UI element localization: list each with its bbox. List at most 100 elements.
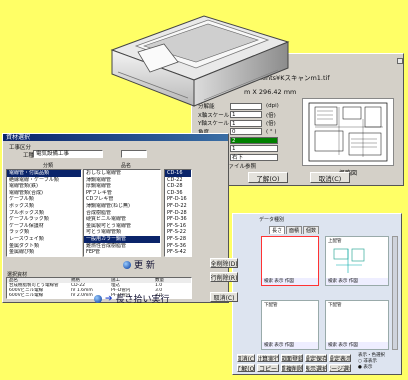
ok-button[interactable]: 了解(O) <box>248 172 288 183</box>
item-list-item[interactable]: おしなし電線管 <box>84 170 160 177</box>
category-list[interactable]: 電線管・付属品類 絶縁電線・ケーブル類 電線管類(鉄) 電線管類(合成) ケーブル類 ボッ… <box>6 169 82 257</box>
run-button[interactable]: ➔ 長さ拾い実行 <box>94 292 170 305</box>
scan-field-input[interactable]: 右下 <box>230 153 278 161</box>
category-list-item[interactable]: ケーブル保護材 <box>7 223 81 230</box>
ok-button-2[interactable]: 了解(O) <box>237 364 255 372</box>
item-list-item[interactable]: 薄鋼電線管 <box>84 177 160 184</box>
category-list-item[interactable]: 電線管類(合成) <box>7 190 81 197</box>
pane-2-footer[interactable]: 検索 表示 作図 <box>326 278 388 285</box>
category-list-item[interactable]: 絶縁電線・ケーブル類 <box>7 177 81 184</box>
material-dialog-title: 資材選択 <box>3 134 228 141</box>
category-list-item[interactable]: ラック類 <box>7 229 81 236</box>
scan-field-input[interactable]: 1 <box>230 145 278 153</box>
category-list-item[interactable]: ケーブル類 <box>7 196 81 203</box>
run-arrow-icon: ➔ <box>105 293 113 304</box>
pane-4-label: 下配管 <box>328 303 342 308</box>
code-list-item[interactable]: CD-16 <box>165 170 191 177</box>
run-icon <box>94 294 102 303</box>
tab-count[interactable]: 個数 <box>303 226 320 234</box>
code-list-item[interactable]: PF-D-36 <box>165 216 191 223</box>
code-list-item[interactable]: PF-D-28 <box>165 210 191 217</box>
pane-2-label: 上配管 <box>328 239 342 244</box>
item-list-item[interactable]: 薄鋼電線管(ねじ無) <box>84 203 160 210</box>
tab-group-label: データ種別 <box>259 217 285 223</box>
category-list-item[interactable]: ボックス類 <box>7 203 81 210</box>
dedupe-button[interactable]: 重複削除 <box>281 364 303 372</box>
category-list-item[interactable]: ケーブルラック類 <box>7 216 81 223</box>
display-select-button[interactable]: 表示選択 <box>305 364 327 372</box>
code-list-item[interactable]: CD-22 <box>165 177 191 184</box>
item-list-item[interactable]: 厚鋼電線管 <box>84 183 160 190</box>
delete-all-button[interactable]: 全削除(D) <box>210 258 238 268</box>
left-list-header: 分類 <box>43 163 54 169</box>
register-drawing-button[interactable]: 図面登録 <box>281 354 303 362</box>
item-list-item[interactable]: CDフレキ管 <box>84 196 160 203</box>
window-controls[interactable] <box>397 58 403 64</box>
code-list[interactable]: CD-16 CD-22 CD-28 CD-36 PF-D-16 PF-D-22 PF-D-2… <box>164 169 192 257</box>
code-list-item[interactable]: PF-S-22 <box>165 229 191 236</box>
cancel-side-button[interactable]: 取消(C) <box>210 292 238 302</box>
cancel-button-2[interactable]: 取消(C) <box>237 354 255 362</box>
calc-button[interactable]: 計算実行 <box>257 354 279 362</box>
code-list-item[interactable]: PF-D-16 <box>165 196 191 203</box>
category-list-item[interactable]: 電線管・付属品類 <box>7 170 81 177</box>
category-list-item[interactable]: 金属線ぴ類 <box>7 249 81 256</box>
drawing-pane-3[interactable]: 下配管 検索 表示 作図 <box>261 300 319 350</box>
panel-tab-row: 長さ 面積 個数 <box>269 226 320 234</box>
scan-field-input[interactable]: 0 <box>230 128 262 136</box>
category-list-item[interactable]: レースウェイ類 <box>7 236 81 243</box>
opt-show[interactable]: ● 表示 <box>358 365 400 371</box>
item-list-item[interactable]: 可とう電線管類 <box>84 229 160 236</box>
code-list-item[interactable]: PF-S-36 <box>165 243 191 250</box>
sub-select[interactable] <box>121 150 147 158</box>
code-list-item[interactable]: PF-S-16 <box>165 223 191 230</box>
display-options: 表示・色選択 ○ 非表示 ● 表示 <box>358 353 400 371</box>
code-list-item[interactable]: PF-S-28 <box>165 236 191 243</box>
drawing-pane-4[interactable]: 下配管 検索 表示 作図 <box>325 300 389 350</box>
item-list-item[interactable]: その他 <box>84 256 160 257</box>
item-list-item[interactable]: FEP管 <box>84 249 160 256</box>
item-list[interactable]: おしなし電線管 薄鋼電線管 厚鋼電線管 PFフレキ管 CDフレキ管 薄鋼電線管(ねじ無) 合… <box>83 169 161 257</box>
item-list-item[interactable]: 一般用カラー鋼管 <box>84 235 160 243</box>
pane-1-footer[interactable]: 検索 表示 作図 <box>262 278 318 285</box>
material-dialog: 資材選択 工事区分 工種 電気設備工事 分類 品名 電線管・付属品類 絶縁電線・ケ… <box>2 133 229 303</box>
drawing-pane-1[interactable]: 検索 表示 作図 <box>261 236 319 286</box>
save-settings-button[interactable]: 設定保存 <box>305 354 327 362</box>
scan-field-input[interactable]: 2 <box>230 136 278 144</box>
item-list-item[interactable]: PFフレキ管 <box>84 190 160 197</box>
show-settings-button[interactable]: 設定表示 <box>329 354 351 362</box>
copy-button[interactable]: コピー <box>257 364 279 372</box>
tab-length[interactable]: 長さ <box>269 226 286 234</box>
right-list-header: 品名 <box>121 163 132 169</box>
refresh-label: 更 新 <box>134 261 155 271</box>
code-list-item[interactable]: CD-36 <box>165 190 191 197</box>
preview-frame <box>302 98 394 166</box>
drawing-pane-2[interactable]: 上配管 検索 表示 作図 <box>325 236 389 286</box>
page-select-button[interactable]: ページ選択 <box>329 364 351 372</box>
item-list-item[interactable]: 硬質ビニル電線管 <box>84 216 160 223</box>
table-cell: 600Vビニル電線 <box>9 293 44 298</box>
code-list-item[interactable]: PF-D-22 <box>165 203 191 210</box>
code-list-item[interactable]: CD-28 <box>165 183 191 190</box>
category-list-item[interactable]: プルボックス類 <box>7 210 81 217</box>
pane-4-footer[interactable]: 検索 表示 作図 <box>326 342 388 349</box>
category-list-item[interactable]: 電線管類(鉄) <box>7 183 81 190</box>
kind-select[interactable]: 電気設備工事 <box>33 150 103 158</box>
code-list-item[interactable]: PF-S-42 <box>165 249 191 256</box>
section-label: 工事区分 <box>9 145 32 151</box>
bottom-button-row-1: 取消(C) 計算実行 図面登録 設定保存 設定表示 <box>237 354 351 362</box>
item-list-item[interactable]: 合成樹脂管 <box>84 210 160 217</box>
item-list-item[interactable]: 金属製可とう電線管 <box>84 223 160 230</box>
run-label: 長さ拾い実行 <box>115 295 170 305</box>
delete-row-button[interactable]: 行削除(R) <box>210 272 238 282</box>
category-list-item[interactable]: 金属ダクト類 <box>7 243 81 250</box>
tab-area[interactable]: 面積 <box>286 226 303 234</box>
item-list-item[interactable]: 難燃性合成樹脂管 <box>84 243 160 250</box>
scroll-track[interactable] <box>392 236 398 350</box>
panel-tabs: データ種別 <box>257 216 286 224</box>
pane-3-footer[interactable]: 検索 表示 作図 <box>262 342 318 349</box>
refresh-button[interactable]: 更 新 <box>123 258 155 271</box>
kind-select-value: 電気設備工事 <box>36 151 70 157</box>
scan-field-unit: ( ° ) <box>266 128 277 135</box>
cancel-button[interactable]: 取消(C) <box>310 172 350 183</box>
